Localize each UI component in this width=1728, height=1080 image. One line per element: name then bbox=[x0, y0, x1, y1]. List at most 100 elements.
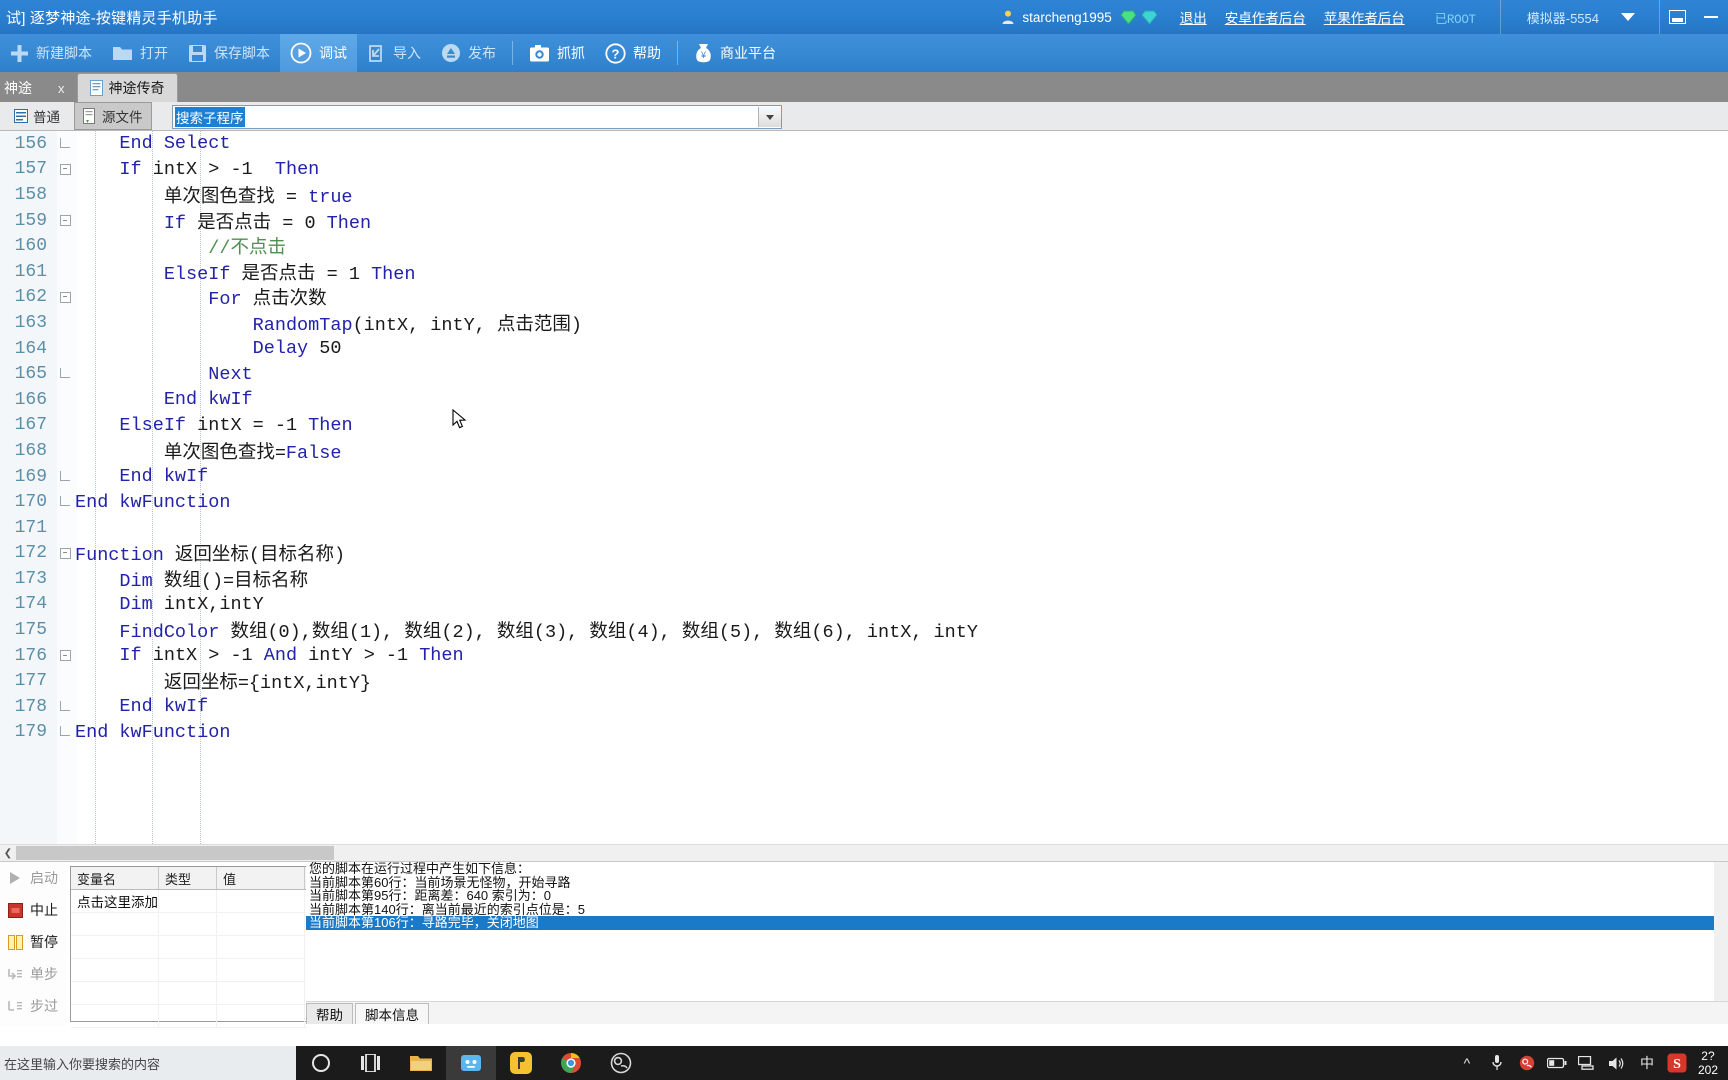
toolbar-help[interactable]: ? 帮助 bbox=[595, 34, 671, 72]
code-line[interactable]: 171 bbox=[0, 515, 1728, 541]
volume-icon[interactable] bbox=[1602, 1046, 1632, 1080]
view-normal-button[interactable]: 普通 bbox=[6, 103, 68, 129]
code-line[interactable]: 166 End kwIf bbox=[0, 387, 1728, 413]
code-line[interactable]: 163 RandomTap(intX, intY, 点击范围) bbox=[0, 310, 1728, 336]
table-row[interactable] bbox=[71, 959, 307, 982]
ios-backend-link[interactable]: 苹果作者后台 bbox=[1324, 7, 1405, 27]
code-line[interactable]: 172− Function 返回坐标(目标名称) bbox=[0, 541, 1728, 567]
debug-step-into-button[interactable]: 单步 bbox=[0, 958, 66, 990]
code-line[interactable]: 170 End kwFunction bbox=[0, 489, 1728, 515]
code-line[interactable]: 157− If intX > -1 Then bbox=[0, 157, 1728, 183]
taskbar-cortana-circle-icon[interactable] bbox=[296, 1046, 346, 1080]
chevron-down-icon[interactable] bbox=[1621, 13, 1635, 21]
code-line[interactable]: 167 ElseIf intX = -1 Then bbox=[0, 413, 1728, 439]
variable-value-cell[interactable] bbox=[217, 890, 305, 912]
taskbar-clock[interactable]: 2? 202 bbox=[1692, 1049, 1724, 1077]
bottom-tab-script-info[interactable]: 脚本信息 bbox=[355, 1003, 429, 1024]
chevron-down-icon[interactable] bbox=[758, 107, 781, 127]
log-line-selected[interactable]: 当前脚本第106行：寻路完毕，关闭地图 bbox=[306, 916, 1728, 930]
table-row[interactable]: 点击这里添加 bbox=[71, 890, 307, 913]
microphone-icon[interactable] bbox=[1482, 1046, 1512, 1080]
sogou-icon[interactable]: S bbox=[1662, 1046, 1692, 1080]
taskbar-obs-icon[interactable] bbox=[596, 1046, 646, 1080]
script-output-log[interactable]: 您的脚本在运行过程中产生如下信息： 当前脚本第60行：当前场景无怪物，开始寻路 … bbox=[306, 862, 1728, 1002]
fold-end-marker[interactable] bbox=[55, 368, 75, 380]
code-line[interactable]: 169 End kwIf bbox=[0, 464, 1728, 490]
taskbar-yellow-app-icon[interactable] bbox=[496, 1046, 546, 1080]
variable-add-hint[interactable]: 点击这里添加 bbox=[71, 890, 159, 912]
code-line[interactable]: 161 ElseIf 是否点击 = 1 Then bbox=[0, 259, 1728, 285]
ime-chinese-icon[interactable]: 中 bbox=[1632, 1046, 1662, 1080]
toolbar-open[interactable]: 打开 bbox=[102, 34, 178, 72]
code-editor[interactable]: 156 End Select 157− If intX > -1 Then 158 … bbox=[0, 131, 1728, 844]
code-lines-container[interactable]: 156 End Select 157− If intX > -1 Then 158 … bbox=[0, 131, 1728, 844]
variable-type-cell[interactable] bbox=[159, 890, 217, 912]
horizontal-scroll-thumb[interactable] bbox=[16, 846, 334, 860]
taskbar-chrome-icon[interactable] bbox=[546, 1046, 596, 1080]
code-line[interactable]: 175 FindColor 数组(0),数组(1), 数组(2), 数组(3),… bbox=[0, 617, 1728, 643]
tab-shentu[interactable]: 神途 x bbox=[0, 74, 77, 102]
view-source-button[interactable]: 源文件 bbox=[74, 102, 152, 130]
restore-icon[interactable] bbox=[1660, 0, 1694, 34]
fold-end-marker[interactable] bbox=[55, 701, 75, 713]
android-backend-link[interactable]: 安卓作者后台 bbox=[1225, 7, 1306, 27]
bottom-tab-help[interactable]: 帮助 bbox=[306, 1003, 353, 1024]
code-line[interactable]: 164 Delay 50 bbox=[0, 336, 1728, 362]
close-icon[interactable]: x bbox=[58, 81, 65, 96]
code-line[interactable]: 159− If 是否点击 = 0 Then bbox=[0, 208, 1728, 234]
taskbar-search-box[interactable]: 在这里输入你要搜索的内容 bbox=[0, 1046, 296, 1080]
code-line[interactable]: 179 End kwFunction bbox=[0, 720, 1728, 746]
obs-tray-icon[interactable] bbox=[1512, 1046, 1542, 1080]
table-row[interactable] bbox=[71, 936, 307, 959]
minimize-icon[interactable] bbox=[1694, 0, 1728, 34]
code-line[interactable]: 173 Dim 数组()=目标名称 bbox=[0, 566, 1728, 592]
variable-watch-table[interactable]: 变量名 类型 值 点击这里添加 bbox=[70, 866, 308, 1022]
fold-end-marker[interactable] bbox=[55, 496, 75, 508]
fold-end-marker[interactable] bbox=[55, 138, 75, 150]
table-row[interactable] bbox=[71, 913, 307, 936]
taskbar-keymouse-assistant-icon[interactable] bbox=[446, 1046, 496, 1080]
network-icon[interactable] bbox=[1572, 1046, 1602, 1080]
debug-step-over-button[interactable]: 步过 bbox=[0, 990, 66, 1022]
fold-end-marker[interactable] bbox=[55, 471, 75, 483]
toolbar-save-script[interactable]: 保存脚本 bbox=[178, 34, 280, 72]
device-selector-label[interactable]: 模拟器-5554 bbox=[1527, 8, 1599, 27]
code-line[interactable]: 168 单次图色查找=False bbox=[0, 438, 1728, 464]
tab-shentu-chuanqi[interactable]: 神途传奇 bbox=[77, 73, 178, 102]
taskbar-task-view-icon[interactable] bbox=[346, 1046, 396, 1080]
fold-collapse-icon[interactable]: − bbox=[55, 650, 75, 661]
fold-collapse-icon[interactable]: − bbox=[55, 292, 75, 303]
toolbar-business-platform[interactable]: ¥ 商业平台 bbox=[684, 34, 786, 72]
code-line[interactable]: 178 End kwIf bbox=[0, 694, 1728, 720]
battery-icon[interactable] bbox=[1542, 1046, 1572, 1080]
toolbar-publish[interactable]: 发布 bbox=[431, 34, 506, 72]
fold-collapse-icon[interactable]: − bbox=[55, 215, 75, 226]
toolbar-capture[interactable]: 抓抓 bbox=[519, 34, 595, 72]
scroll-left-icon[interactable]: ❮ bbox=[0, 845, 16, 861]
code-line[interactable]: 177 返回坐标={intX,intY} bbox=[0, 668, 1728, 694]
taskbar-file-explorer-icon[interactable] bbox=[396, 1046, 446, 1080]
table-row[interactable] bbox=[71, 982, 307, 1005]
code-line[interactable]: 165 Next bbox=[0, 361, 1728, 387]
toolbar-import[interactable]: 导入 bbox=[357, 34, 431, 72]
code-line[interactable]: 158 单次图色查找 = true bbox=[0, 182, 1728, 208]
editor-horizontal-scrollbar[interactable]: ❮ bbox=[0, 844, 1728, 861]
debug-pause-button[interactable]: 暂停 bbox=[0, 926, 66, 958]
logout-link[interactable]: 退出 bbox=[1180, 7, 1207, 27]
code-line[interactable]: 156 End Select bbox=[0, 131, 1728, 157]
subroutine-search-combobox[interactable]: 搜索子程序 bbox=[172, 105, 782, 129]
fold-collapse-icon[interactable]: − bbox=[55, 164, 75, 175]
fold-collapse-icon[interactable]: − bbox=[55, 548, 75, 559]
toolbar-new-script[interactable]: 新建脚本 bbox=[0, 34, 102, 72]
debug-stop-button[interactable]: 中止 bbox=[0, 894, 66, 926]
debug-start-button[interactable]: 启动 bbox=[0, 862, 66, 894]
toolbar-debug[interactable]: 调试 bbox=[280, 34, 357, 72]
code-line[interactable]: 176− If intX > -1 And intY > -1 Then bbox=[0, 643, 1728, 669]
table-row[interactable] bbox=[71, 1005, 307, 1028]
chevron-up-icon[interactable]: ^ bbox=[1452, 1046, 1482, 1080]
code-line[interactable]: 174 Dim intX,intY bbox=[0, 592, 1728, 618]
log-vertical-scrollbar[interactable] bbox=[1714, 862, 1728, 1002]
fold-end-marker[interactable] bbox=[55, 726, 75, 738]
code-line[interactable]: 160 //不点击 bbox=[0, 233, 1728, 259]
code-line[interactable]: 162− For 点击次数 bbox=[0, 285, 1728, 311]
